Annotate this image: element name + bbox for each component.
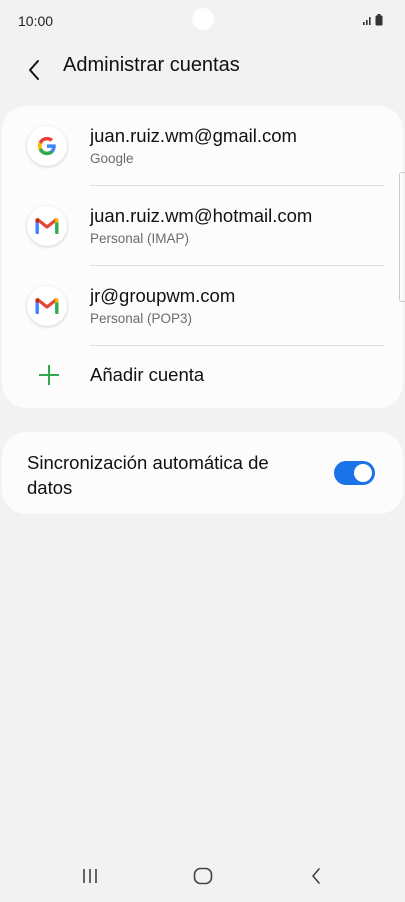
status-time: 10:00: [18, 13, 54, 29]
auto-sync-card[interactable]: Sincronización automática de datos: [2, 432, 403, 514]
status-bar: 10:00: [0, 0, 405, 44]
plus-icon: [39, 365, 59, 385]
camera-cutout: [192, 8, 214, 30]
back-arrow-icon: [29, 60, 39, 80]
back-nav-button[interactable]: [296, 862, 336, 890]
add-account-label: Añadir cuenta: [90, 364, 205, 385]
account-row-google[interactable]: juan.ruiz.wm@gmail.com Google: [2, 106, 403, 186]
toggle-knob: [354, 464, 372, 482]
status-icons: [363, 14, 387, 26]
add-account-button[interactable]: Añadir cuenta: [2, 346, 403, 406]
page-title: Administrar cuentas: [63, 54, 240, 76]
account-email: juan.ruiz.wm@hotmail.com: [90, 205, 313, 226]
account-type: Personal (IMAP): [90, 231, 190, 246]
account-email: juan.ruiz.wm@gmail.com: [90, 125, 297, 146]
back-button[interactable]: [16, 52, 52, 88]
account-type: Google: [90, 151, 134, 166]
account-row-groupwm[interactable]: jr@groupwm.com Personal (POP3): [2, 266, 403, 346]
battery-icon: [375, 14, 383, 26]
account-email: jr@groupwm.com: [90, 285, 236, 306]
recent-apps-icon: [83, 869, 97, 883]
accounts-card: juan.ruiz.wm@gmail.com Google juan.ruiz.…: [2, 106, 403, 408]
signal-icon: [363, 17, 371, 25]
back-nav-icon: [312, 868, 320, 884]
navigation-bar: [0, 848, 405, 902]
mail-account-icon: [27, 206, 67, 246]
home-button[interactable]: [183, 862, 223, 890]
google-icon: [37, 136, 56, 156]
auto-sync-label: Sincronización automática de datos: [27, 452, 269, 498]
home-icon: [193, 867, 213, 885]
gmail-icon: [35, 217, 59, 234]
auto-sync-toggle[interactable]: [334, 461, 375, 485]
account-type: Personal (POP3): [90, 311, 193, 326]
gmail-icon: [35, 297, 59, 314]
app-bar: Administrar cuentas: [0, 44, 405, 92]
google-account-icon: [27, 126, 67, 166]
scroll-indicator[interactable]: [399, 172, 405, 302]
mail-account-icon: [27, 286, 67, 326]
recent-apps-button[interactable]: [70, 862, 110, 890]
account-row-hotmail[interactable]: juan.ruiz.wm@hotmail.com Personal (IMAP): [2, 186, 403, 266]
